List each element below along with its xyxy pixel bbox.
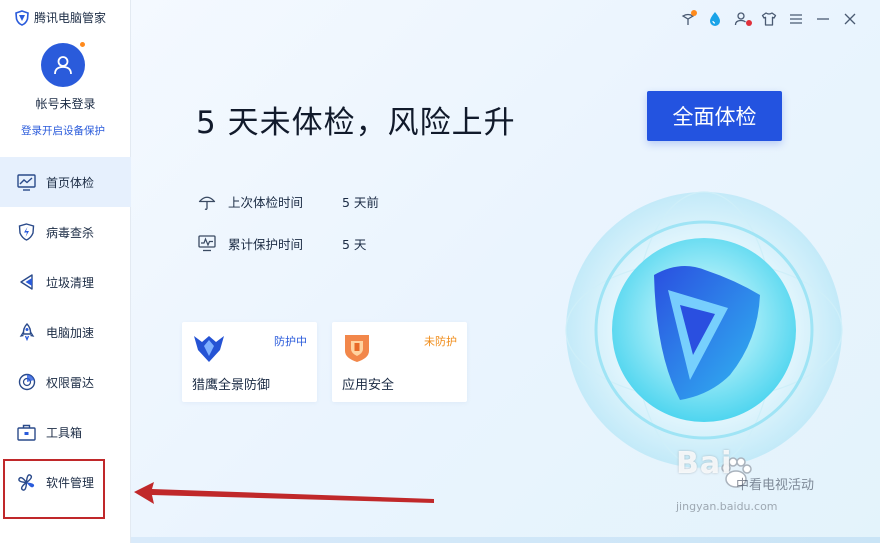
protection-time-row: 累计保护时间 5 天 <box>198 234 366 253</box>
protection-shield-visual <box>565 191 843 469</box>
full-scan-button[interactable]: 全面体检 <box>647 91 782 141</box>
status-badge: 未防护 <box>424 335 457 348</box>
window-toolbar <box>671 9 860 29</box>
water-drop-icon <box>710 12 720 26</box>
umbrella-icon <box>198 193 216 211</box>
sidebar-item-speed-up[interactable]: 电脑加速 <box>0 307 131 357</box>
menu-button[interactable] <box>786 9 806 29</box>
bottom-edge <box>131 537 880 543</box>
minimize-icon <box>817 18 829 20</box>
water-drop-button[interactable] <box>705 9 725 29</box>
sidebar-item-label: 首页体检 <box>46 175 95 190</box>
toolbar-alert-dot <box>746 20 752 26</box>
theme-button[interactable] <box>759 9 779 29</box>
sidebar-item-toolbox[interactable]: 工具箱 <box>0 407 131 457</box>
card-title: 应用安全 <box>342 378 395 393</box>
card-app-security[interactable]: 未防护 应用安全 <box>332 322 467 402</box>
app-shield-icon <box>345 335 369 362</box>
watermark-overlay-text: 中看电视活动 <box>736 478 815 493</box>
close-button[interactable] <box>840 9 860 29</box>
avatar[interactable] <box>41 43 85 87</box>
status-badge: 防护中 <box>274 335 307 348</box>
sidebar-item-junk-clean[interactable]: 垃圾清理 <box>0 257 131 307</box>
last-scan-value: 5 天前 <box>342 195 379 210</box>
tshirt-icon <box>761 12 777 26</box>
close-icon <box>844 13 856 25</box>
toolbox-icon <box>17 423 36 442</box>
card-falcon-defense[interactable]: 防护中 猎鹰全景防御 <box>182 322 317 402</box>
falcon-icon <box>194 336 224 362</box>
app-window: 腾讯电脑管家 帐号未登录 登录开启设备保护 首页体检 病毒查杀 垃圾清理 电脑加… <box>0 0 880 543</box>
login-link[interactable]: 登录开启设备保护 <box>0 123 126 138</box>
user-center-button[interactable] <box>732 9 752 29</box>
triangle-clean-icon <box>17 273 36 292</box>
annotation-arrow <box>134 482 434 504</box>
avatar-notification-dot <box>79 41 86 48</box>
pulse-monitor-icon <box>198 235 216 253</box>
app-title: 腾讯电脑管家 <box>34 11 107 25</box>
lightning-shield-icon <box>17 223 36 242</box>
sidebar-item-virus-scan[interactable]: 病毒查杀 <box>0 207 131 257</box>
rocket-icon <box>17 323 36 342</box>
sidebar-nav: 首页体检 病毒查杀 垃圾清理 电脑加速 权限雷达 工具箱 软件管理 <box>0 157 131 507</box>
card-title: 猎鹰全景防御 <box>192 378 271 393</box>
sidebar-item-label: 电脑加速 <box>46 325 95 340</box>
last-scan-row: 上次体检时间 5 天前 <box>198 192 379 211</box>
skin-button[interactable] <box>678 9 698 29</box>
sidebar-item-label: 病毒查杀 <box>46 225 95 240</box>
sidebar-item-home-scan[interactable]: 首页体检 <box>0 157 131 207</box>
sidebar-item-permission-radar[interactable]: 权限雷达 <box>0 357 131 407</box>
watermark-brand: Bai <box>676 446 733 481</box>
hamburger-menu-icon <box>790 14 802 24</box>
annotation-highlight-box <box>3 459 105 519</box>
sidebar-item-label: 工具箱 <box>46 425 83 440</box>
scan-status-headline: 5 天未体检，风险上升 <box>196 105 516 141</box>
app-brand: 腾讯电脑管家 <box>14 9 106 26</box>
user-icon <box>54 56 72 75</box>
last-scan-label: 上次体检时间 <box>228 195 304 210</box>
toolbar-notification-dot <box>691 10 697 16</box>
radar-icon <box>17 373 36 392</box>
sidebar-item-label: 垃圾清理 <box>46 275 95 290</box>
protection-time-value: 5 天 <box>342 237 367 252</box>
watermark-url: jingyan.baidu.com <box>676 500 778 513</box>
app-logo-icon <box>15 9 29 26</box>
minimize-button[interactable] <box>813 9 833 29</box>
protection-time-label: 累计保护时间 <box>228 237 304 252</box>
account-name: 帐号未登录 <box>35 97 96 111</box>
sidebar-item-label: 权限雷达 <box>46 375 95 390</box>
monitor-chart-icon <box>17 173 36 192</box>
